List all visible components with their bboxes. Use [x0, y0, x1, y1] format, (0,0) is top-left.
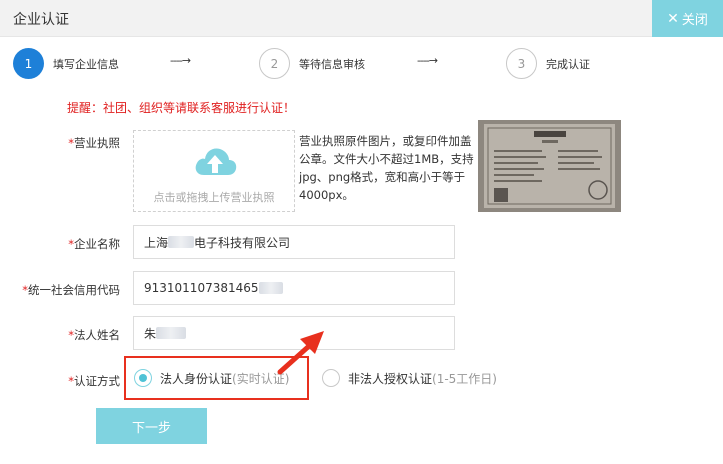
step-2-label: 等待信息审核 — [299, 58, 365, 71]
redacted-text — [156, 327, 187, 339]
step-2-circle: 2 — [259, 48, 290, 79]
auth-option-authorized[interactable]: 非法人授权认证(1-5工作日) — [322, 369, 497, 387]
step-3-label: 完成认证 — [546, 58, 590, 71]
license-sample-image — [478, 120, 621, 212]
close-icon: ✕ — [667, 10, 679, 27]
step-3-circle: 3 — [506, 48, 537, 79]
company-name-input[interactable]: 上海 电子科技有限公司 — [133, 225, 455, 259]
dialog-titlebar: 企业认证 ✕ 关闭 — [0, 0, 723, 37]
upload-description: 营业执照原件图片，或复印件加盖公章。文件大小不超过1MB，支持jpg、png格式… — [299, 134, 474, 202]
dialog-title: 企业认证 — [13, 12, 69, 28]
credit-code-input[interactable]: 913101107381465 — [133, 271, 455, 305]
upload-placeholder: 点击或拖拽上传营业执照 — [153, 191, 275, 204]
radio-authorized[interactable] — [322, 369, 340, 387]
step-1-label: 填写企业信息 — [53, 58, 119, 71]
credit-code-label: *统一社会信用代码 — [22, 283, 120, 297]
redacted-text — [168, 236, 195, 248]
license-upload-area[interactable]: 点击或拖拽上传营业执照 — [133, 130, 295, 212]
annotation-highlight-box — [124, 356, 309, 400]
step-arrow-1: ----→ — [170, 54, 191, 67]
auth-method-label: *认证方式 — [68, 374, 120, 388]
step-arrow-2: ----→ — [417, 54, 438, 67]
reminder-text: 提醒：社团、组织等请联系客服进行认证！ — [67, 101, 296, 115]
next-step-button[interactable]: 下一步 — [96, 408, 207, 444]
legal-person-label: *法人姓名 — [68, 328, 120, 342]
cloud-upload-icon — [192, 143, 238, 179]
close-button[interactable]: ✕ 关闭 — [652, 0, 723, 37]
step-1-circle: 1 — [13, 48, 44, 79]
step-indicator: 1 填写企业信息 ----→ 2 等待信息审核 ----→ 3 完成认证 — [0, 38, 723, 90]
redacted-text — [258, 282, 283, 294]
company-name-label: *企业名称 — [68, 237, 120, 251]
close-label: 关闭 — [681, 13, 708, 28]
license-label: *营业执照 — [68, 136, 120, 150]
legal-person-input[interactable]: 朱 — [133, 316, 455, 350]
